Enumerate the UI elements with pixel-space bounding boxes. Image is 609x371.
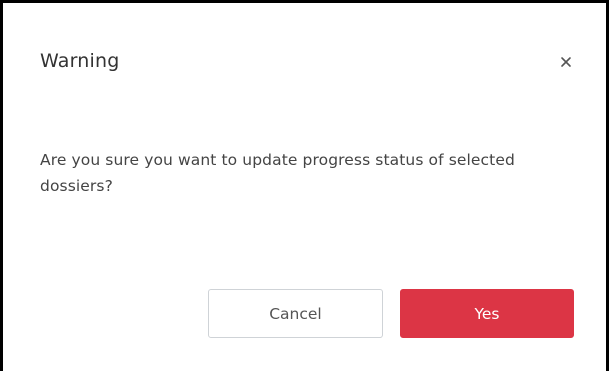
dialog-message: Are you sure you want to update progress… [40,151,515,195]
dialog-title: Warning [40,50,120,72]
yes-button[interactable]: Yes [400,289,574,338]
cancel-button[interactable]: Cancel [208,289,383,338]
close-button[interactable] [554,50,578,74]
warning-dialog: Warning Are you sure you want to update … [3,3,606,371]
close-icon [561,57,571,67]
